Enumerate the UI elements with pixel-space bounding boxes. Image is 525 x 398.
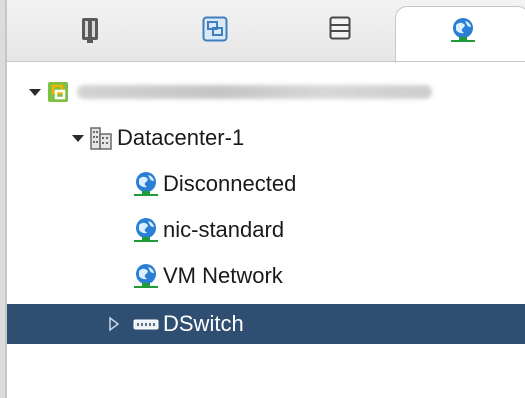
network-globe-icon: [134, 264, 158, 288]
network-label: nic-standard: [163, 217, 285, 242]
tab-hosts-clusters[interactable]: [27, 6, 152, 62]
tree-item-dswitch[interactable]: DSwitch: [7, 304, 525, 344]
network-label: VM Network: [163, 263, 283, 288]
storage-icon: [329, 16, 350, 40]
vcenter-label: fevner.bll.ascdesigners.com: [7, 92, 8, 93]
tree-item-network[interactable]: Disconnected: [7, 164, 525, 204]
distributed-switch-icon: [133, 319, 159, 330]
tree-item-datacenter[interactable]: Datacenter-1: [7, 118, 525, 158]
datacenter-icon: [90, 127, 112, 150]
tab-networking[interactable]: [395, 6, 525, 63]
datacenter-label: Datacenter-1: [117, 125, 245, 150]
inventory-tree: fevner.bll.ascdesigners.com Datacenter-1…: [7, 62, 525, 398]
vcenter-icon: [48, 82, 68, 102]
tree-item-network[interactable]: nic-standard: [7, 210, 525, 250]
vcenter-hostname-blurred: [77, 85, 432, 99]
network-globe-icon: [134, 172, 158, 196]
expand-arrow-icon[interactable]: [29, 88, 41, 96]
left-panel-edge: [0, 0, 7, 398]
hosts-clusters-icon: [81, 18, 98, 43]
tree-item-vcenter[interactable]: fevner.bll.ascdesigners.com: [7, 72, 525, 112]
tree-item-network[interactable]: VM Network: [7, 256, 525, 296]
tab-vms-templates[interactable]: [152, 6, 277, 62]
vms-templates-icon: [202, 16, 227, 42]
expand-arrow-icon[interactable]: [72, 134, 84, 142]
network-globe-icon: [450, 18, 475, 42]
dswitch-label: DSwitch: [163, 311, 244, 336]
expand-arrow-icon[interactable]: [108, 316, 120, 332]
network-globe-icon: [134, 218, 158, 242]
network-label: Disconnected: [163, 171, 297, 196]
tab-storage[interactable]: [277, 6, 402, 62]
navigator-tab-bar: [7, 0, 525, 63]
